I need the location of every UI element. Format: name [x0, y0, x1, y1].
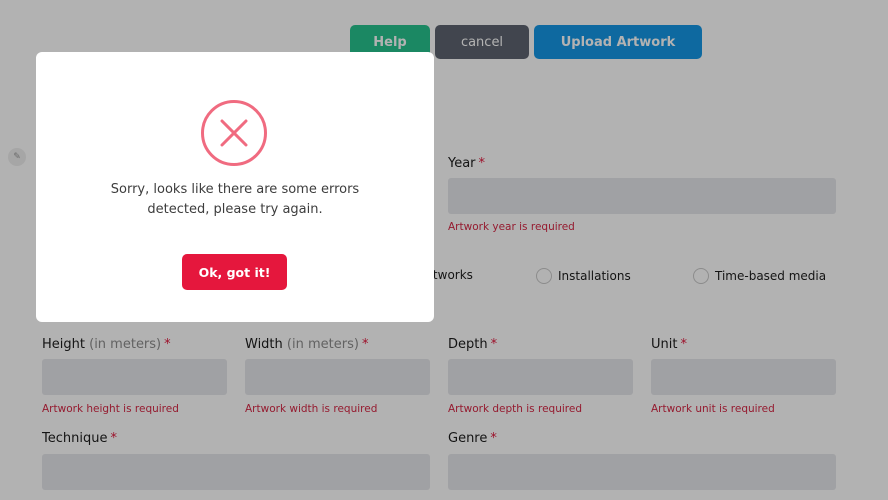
error-message: Sorry, looks like there are some errors …	[36, 180, 434, 220]
error-message-line: detected, please try again.	[147, 202, 323, 217]
error-message-line: Sorry, looks like there are some errors	[110, 182, 360, 197]
ok-got-it-button[interactable]: Ok, got it!	[182, 254, 287, 290]
error-x-circle-icon	[201, 100, 267, 166]
error-dialog: Sorry, looks like there are some errors …	[36, 52, 434, 322]
